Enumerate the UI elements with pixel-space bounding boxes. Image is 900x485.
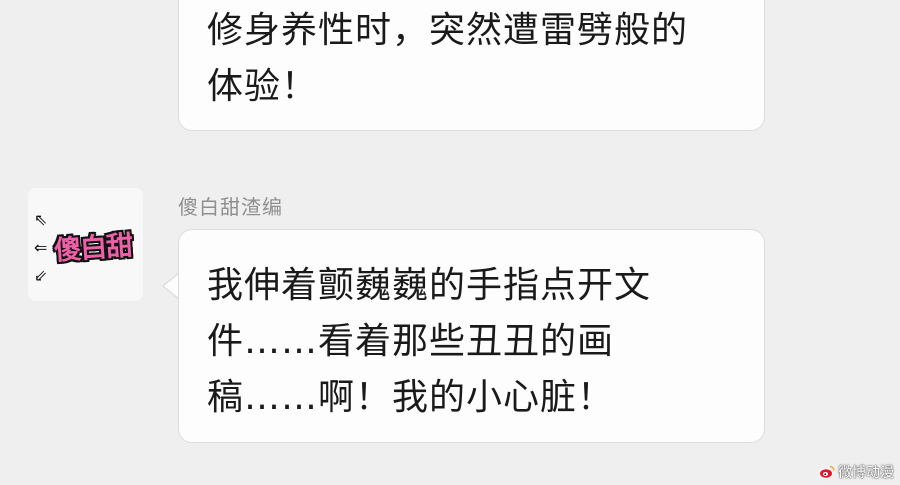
message-bubble: 我伸着颤巍巍的手指点开文 件……看着那些丑丑的画 稿……啊！我的小心脏！	[178, 229, 765, 443]
message-line: 稿……啊！我的小心脏！	[207, 377, 615, 418]
bubble-tail	[162, 272, 180, 300]
watermark: 微博动漫	[819, 463, 894, 481]
weibo-icon	[819, 465, 835, 479]
sender-name: 傻白甜渣编	[178, 195, 283, 219]
message-line: 体验！	[207, 66, 319, 107]
message-line: 我伸着颤巍巍的手指点开文	[207, 265, 652, 306]
watermark-text: 微博动漫	[838, 465, 894, 481]
avatar[interactable]: ⇖ ⇐ ⇙ 傻白甜	[28, 188, 143, 301]
message-line: 件……看着那些丑丑的画	[207, 321, 615, 362]
message-line: 修身养性时，突然遭雷劈般的	[207, 10, 689, 51]
message-bubble: 修身养性时，突然遭雷劈般的 体验！	[178, 0, 765, 131]
arrows-icon: ⇖ ⇐ ⇙	[34, 210, 48, 285]
avatar-logo-text: 傻白甜	[53, 230, 134, 267]
